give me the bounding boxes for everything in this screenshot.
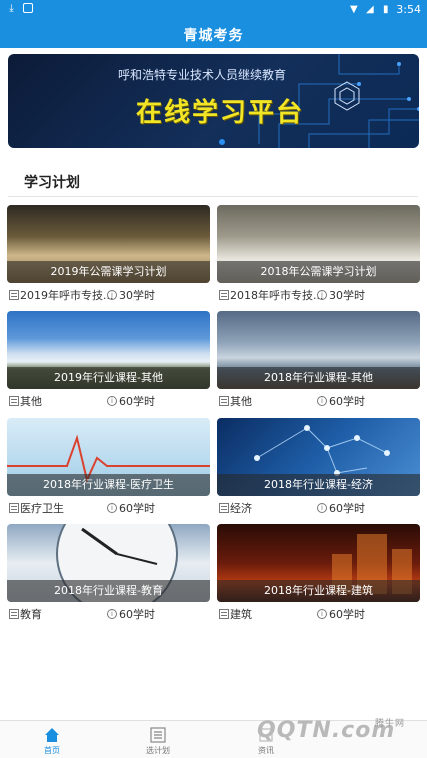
course-card[interactable]: 2018年行业课程-教育 教育 i 60学时	[7, 524, 210, 624]
section-title: 学习计划	[24, 175, 80, 191]
course-image: 2019年行业课程-其他	[7, 311, 210, 389]
info-icon: i	[107, 609, 117, 619]
course-image: 2018年行业课程-建筑	[217, 524, 420, 602]
course-category: 2019年呼市专技...	[20, 289, 114, 302]
info-icon: i	[317, 396, 327, 406]
course-hours: 60学时	[329, 502, 365, 515]
course-hours: 60学时	[119, 395, 155, 408]
watermark-small-text: 腾牛网	[375, 719, 406, 729]
tab-label: 资讯	[258, 746, 274, 755]
course-category: 医疗卫生	[20, 502, 64, 515]
course-card[interactable]: 2018年公需课学习计划 2018年呼市专技... i 30学时	[217, 205, 420, 305]
banner-subtitle: 呼和浩特专业技术人员继续教育	[118, 68, 287, 82]
course-card[interactable]: 2018年行业课程-建筑 建筑 i 60学时	[217, 524, 420, 624]
watermark-logo: QQTN.com 腾牛网	[257, 718, 404, 743]
list-icon	[219, 609, 229, 619]
course-title: 2018年行业课程-其他	[217, 367, 420, 389]
course-title: 2018年行业课程-经济	[217, 474, 420, 496]
app-title: 青城考务	[183, 28, 244, 44]
course-category: 其他	[230, 395, 252, 408]
course-card[interactable]: 2019年公需课学习计划 2019年呼市专技... i 30学时	[7, 205, 210, 305]
course-category: 教育	[20, 608, 42, 621]
notification-icon	[23, 3, 33, 13]
course-hours: 30学时	[329, 289, 365, 302]
course-category: 其他	[20, 395, 42, 408]
course-card[interactable]: 2018年行业课程-其他 其他 i 60学时	[217, 311, 420, 411]
course-category: 建筑	[230, 608, 252, 621]
info-icon: i	[107, 503, 117, 513]
tab-label: 选计划	[146, 746, 170, 755]
signal-icon: ◢	[365, 4, 374, 15]
list-icon	[9, 290, 19, 300]
course-hours: 60学时	[119, 502, 155, 515]
course-title: 2018年行业课程-教育	[7, 580, 210, 602]
info-icon: i	[317, 503, 327, 513]
course-image: 2018年行业课程-其他	[217, 311, 420, 389]
course-category: 2018年呼市专技...	[230, 289, 324, 302]
course-title: 2018年行业课程-建筑	[217, 580, 420, 602]
info-icon: i	[317, 290, 327, 300]
list-icon	[9, 503, 19, 513]
course-hours: 60学时	[119, 608, 155, 621]
course-card[interactable]: 2018年行业课程-医疗卫生 医疗卫生 i 60学时	[7, 418, 210, 518]
course-image: 2018年行业课程-经济	[217, 418, 420, 496]
list-icon	[9, 609, 19, 619]
download-icon: ⤓	[9, 3, 14, 14]
promo-banner[interactable]: 呼和浩特专业技术人员继续教育 在线学习平台	[8, 54, 419, 148]
list-icon	[219, 290, 229, 300]
status-time: 3:54	[396, 3, 421, 16]
info-icon: i	[317, 609, 327, 619]
course-title: 2018年行业课程-医疗卫生	[7, 474, 210, 496]
course-title: 2019年公需课学习计划	[7, 261, 210, 283]
tab-plans[interactable]: 选计划	[128, 723, 188, 756]
course-hours: 60学时	[329, 608, 365, 621]
tab-home[interactable]: 首页	[22, 723, 82, 756]
tab-label: 首页	[44, 746, 60, 755]
course-image: 2019年公需课学习计划	[7, 205, 210, 283]
course-title: 2019年行业课程-其他	[7, 367, 210, 389]
plan-list-icon	[150, 727, 166, 743]
divider	[8, 196, 418, 197]
app-bar: 青城考务	[0, 20, 427, 48]
course-card[interactable]: 2018年行业课程-经济 经济 i 60学时	[217, 418, 420, 518]
course-hours: 30学时	[119, 289, 155, 302]
course-title: 2018年公需课学习计划	[217, 261, 420, 283]
banner-headline: 在线学习平台	[136, 98, 305, 128]
list-icon	[9, 396, 19, 406]
home-icon	[45, 728, 59, 742]
course-image: 2018年行业课程-医疗卫生	[7, 418, 210, 496]
battery-icon: ▮	[383, 4, 389, 15]
list-icon	[219, 503, 229, 513]
course-image: 2018年公需课学习计划	[217, 205, 420, 283]
info-icon: i	[107, 396, 117, 406]
course-card[interactable]: 2019年行业课程-其他 其他 i 60学时	[7, 311, 210, 411]
course-category: 经济	[230, 502, 252, 515]
wifi-icon: ▼	[349, 4, 358, 15]
info-icon: i	[107, 290, 117, 300]
list-icon	[219, 396, 229, 406]
status-bar: ⤓ ▼ ◢ ▮ 3:54	[0, 0, 427, 20]
course-image: 2018年行业课程-教育	[7, 524, 210, 602]
course-hours: 60学时	[329, 395, 365, 408]
carousel-indicator[interactable]	[219, 139, 225, 145]
